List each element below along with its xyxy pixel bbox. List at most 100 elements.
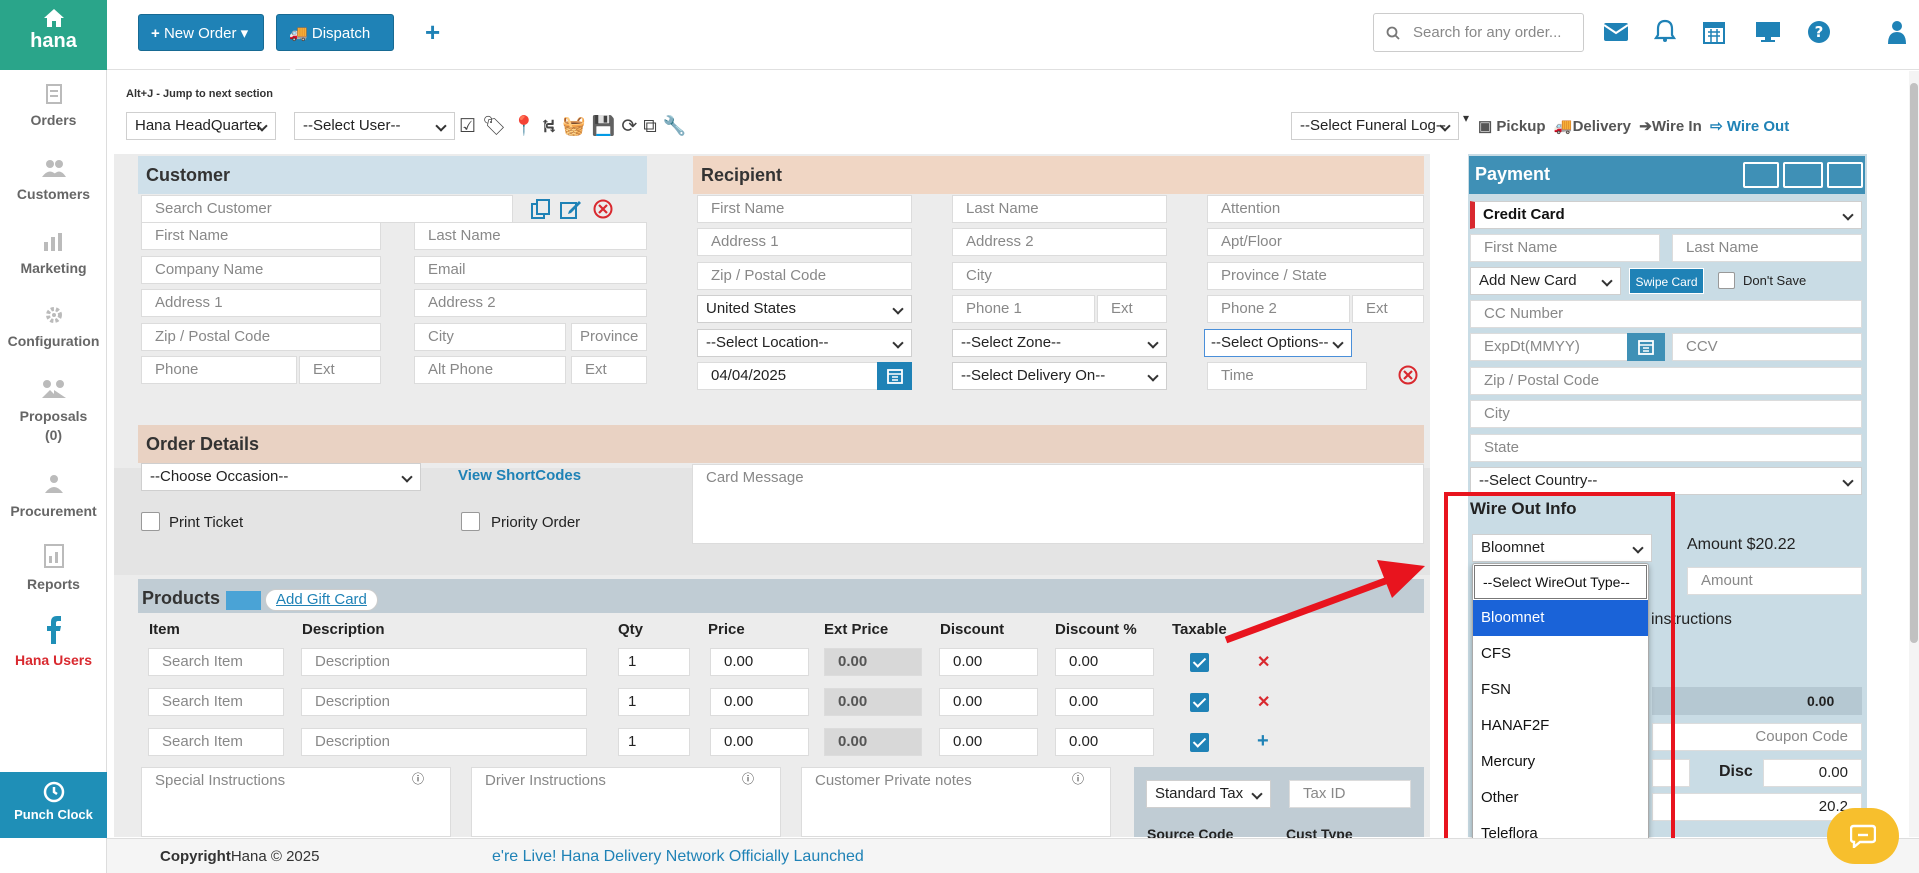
- product-price-input[interactable]: 0.00: [710, 728, 809, 756]
- location-icon[interactable]: 📍: [512, 116, 542, 137]
- customer-alt-phone[interactable]: Alt Phone: [414, 356, 566, 384]
- copy-icon[interactable]: ⧉: [643, 116, 663, 137]
- private-notes-input[interactable]: Customer Private notes: [801, 767, 1111, 837]
- billing-zip-input[interactable]: Zip / Postal Code: [1470, 367, 1862, 395]
- sidebar-item-customers[interactable]: Customers: [0, 158, 107, 202]
- delivery-link[interactable]: 🚚Delivery: [1554, 118, 1631, 135]
- product-item-input[interactable]: Search Item: [148, 728, 284, 756]
- customer-first-name[interactable]: First Name: [141, 222, 381, 250]
- sidebar-item-orders[interactable]: Orders: [0, 84, 107, 128]
- customer-alt-ext[interactable]: Ext: [571, 356, 647, 384]
- remove-row-icon[interactable]: ✕: [1257, 652, 1270, 672]
- taxable-checkbox[interactable]: [1190, 653, 1209, 672]
- sidebar-item-proposals[interactable]: Proposals (0): [0, 378, 107, 443]
- add-icon[interactable]: +: [425, 17, 440, 48]
- chat-button[interactable]: [1827, 808, 1899, 864]
- caret-icon[interactable]: ▾: [1463, 111, 1469, 125]
- cc-number-input[interactable]: CC Number: [1470, 300, 1862, 328]
- product-price-input[interactable]: 0.00: [710, 688, 809, 716]
- clear-time-icon[interactable]: [1398, 365, 1418, 385]
- product-discount-input[interactable]: 0.00: [939, 688, 1038, 716]
- add-gift-card-link[interactable]: Add Gift Card: [265, 589, 378, 611]
- customer-city[interactable]: City: [414, 323, 566, 351]
- product-discount-pct-input[interactable]: 0.00: [1055, 688, 1154, 716]
- road-icon[interactable]: ⛕: [542, 116, 562, 137]
- user-select[interactable]: --Select User--: [294, 112, 455, 140]
- user-icon[interactable]: [1888, 20, 1906, 44]
- option-fsn[interactable]: FSN: [1473, 672, 1648, 708]
- recipient-address2[interactable]: Address 2: [952, 228, 1167, 256]
- dont-save-checkbox[interactable]: [1718, 272, 1735, 289]
- billing-state-input[interactable]: State: [1470, 434, 1862, 462]
- recipient-zip[interactable]: Zip / Postal Code: [697, 262, 912, 290]
- option-mercury[interactable]: Mercury: [1473, 744, 1648, 780]
- customer-address2[interactable]: Address 2: [414, 289, 647, 317]
- swipe-card-button[interactable]: Swipe Card: [1629, 268, 1704, 294]
- card-message-input[interactable]: Card Message: [692, 464, 1424, 544]
- product-qty-input[interactable]: 1: [618, 688, 690, 716]
- customer-last-name[interactable]: Last Name: [414, 222, 647, 250]
- expiry-calendar-button[interactable]: [1627, 333, 1665, 361]
- product-item-input[interactable]: Search Item: [148, 688, 284, 716]
- priority-order-checkbox[interactable]: [461, 512, 480, 531]
- recipient-phone2[interactable]: Phone 2: [1207, 295, 1350, 323]
- recipient-province[interactable]: Province / State: [1207, 262, 1424, 290]
- edit-customer-icon[interactable]: [560, 199, 582, 219]
- option-placeholder[interactable]: --Select WireOut Type--: [1474, 565, 1647, 599]
- home-logo[interactable]: hana: [0, 0, 107, 70]
- new-order-button[interactable]: + New Order ▾: [138, 14, 264, 51]
- recipient-ext1[interactable]: Ext: [1097, 295, 1167, 323]
- mail-icon[interactable]: [1603, 22, 1629, 42]
- refresh-icon[interactable]: ⟳: [621, 116, 643, 137]
- customer-phone[interactable]: Phone: [141, 356, 297, 384]
- delivery-time-input[interactable]: Time: [1207, 362, 1367, 390]
- funeral-log-select[interactable]: --Select Funeral Log--: [1291, 112, 1459, 140]
- product-discount-pct-input[interactable]: 0.00: [1055, 728, 1154, 756]
- print-ticket-checkbox[interactable]: [141, 512, 160, 531]
- wire-in-link[interactable]: ➔Wire In: [1639, 118, 1701, 135]
- remove-row-icon[interactable]: ✕: [1257, 692, 1270, 712]
- product-price-input[interactable]: 0.00: [710, 648, 809, 676]
- option-bloomnet[interactable]: Bloomnet: [1473, 600, 1648, 636]
- tax-id-input[interactable]: Tax ID: [1289, 780, 1411, 808]
- product-discount-pct-input[interactable]: 0.00: [1055, 648, 1154, 676]
- product-description-input[interactable]: Description: [301, 648, 587, 676]
- customer-email[interactable]: Email: [414, 256, 647, 284]
- save-icon[interactable]: 💾: [592, 116, 622, 137]
- dispatch-button[interactable]: 🚚 Dispatch ▾: [276, 14, 394, 79]
- discount-input[interactable]: 0.00: [1763, 759, 1862, 787]
- sidebar-item-hana-users[interactable]: Hana Users: [0, 616, 107, 668]
- card-last-name[interactable]: Last Name: [1672, 234, 1862, 262]
- zone-select[interactable]: --Select Zone--: [952, 329, 1167, 357]
- options-select[interactable]: --Select Options--: [1204, 329, 1352, 357]
- scrollbar[interactable]: [1909, 71, 1919, 837]
- expiry-input[interactable]: ExpDt(MMYY): [1470, 333, 1634, 361]
- calendar-icon[interactable]: [1703, 20, 1725, 44]
- recipient-address1[interactable]: Address 1: [697, 228, 912, 256]
- recipient-last-name[interactable]: Last Name: [952, 195, 1167, 223]
- card-select[interactable]: Add New Card: [1470, 267, 1621, 295]
- wire-out-link[interactable]: ⇨ Wire Out: [1710, 118, 1789, 135]
- product-qty-input[interactable]: 1: [618, 728, 690, 756]
- tax-select[interactable]: Standard Tax: [1146, 780, 1271, 808]
- order-search-box[interactable]: Search for any order...: [1373, 13, 1584, 52]
- option-hanaf2f[interactable]: HANAF2F: [1473, 708, 1648, 744]
- sidebar-item-procurement[interactable]: Procurement: [0, 473, 107, 519]
- store-select[interactable]: Hana HeadQuarter: [126, 112, 276, 140]
- bell-icon[interactable]: [1654, 19, 1676, 43]
- basket-icon[interactable]: 🧺: [562, 116, 592, 137]
- card-first-name[interactable]: First Name: [1470, 234, 1660, 262]
- customer-address1[interactable]: Address 1: [141, 289, 381, 317]
- customer-zip[interactable]: Zip / Postal Code: [141, 323, 381, 351]
- tags-icon[interactable]: 🏷: [482, 116, 512, 137]
- view-shortcodes-link[interactable]: View ShortCodes: [458, 467, 581, 484]
- product-description-input[interactable]: Description: [301, 688, 587, 716]
- checklist-icon[interactable]: ☑: [459, 116, 482, 137]
- taxable-checkbox[interactable]: [1190, 693, 1209, 712]
- sidebar-item-marketing[interactable]: Marketing: [0, 232, 107, 276]
- recipient-city[interactable]: City: [952, 262, 1167, 290]
- product-discount-input[interactable]: 0.00: [939, 648, 1038, 676]
- cash-icon[interactable]: [1743, 162, 1779, 188]
- pickup-link[interactable]: ▣ Pickup: [1478, 118, 1546, 135]
- help-icon[interactable]: ?: [1807, 20, 1831, 44]
